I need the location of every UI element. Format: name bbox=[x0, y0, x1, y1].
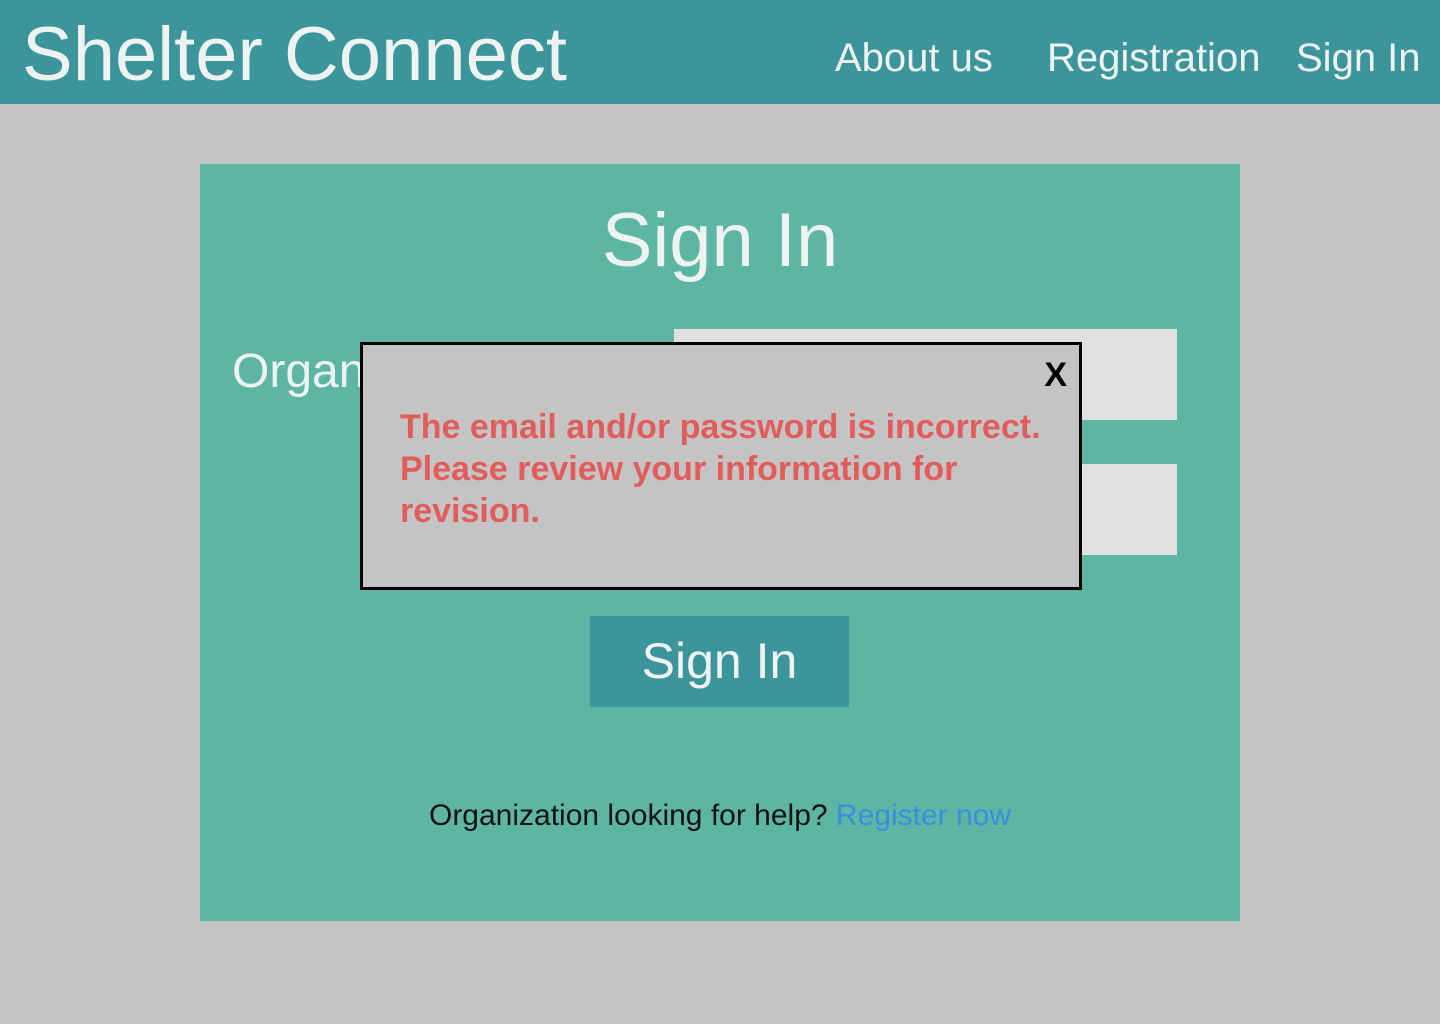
organization-label: Organ bbox=[232, 345, 366, 398]
nav-sign-in[interactable]: Sign In bbox=[1296, 34, 1421, 82]
close-modal-button[interactable]: X bbox=[1044, 355, 1067, 395]
brand-logo-text[interactable]: Shelter Connect bbox=[22, 10, 567, 100]
error-modal: X The email and/or password is incorrect… bbox=[360, 342, 1082, 590]
register-now-link[interactable]: Register now bbox=[836, 799, 1011, 832]
top-nav-bar: Shelter Connect About us Registration Si… bbox=[0, 0, 1440, 104]
sign-in-button[interactable]: Sign In bbox=[590, 616, 849, 707]
register-prompt-text: Organization looking for help? bbox=[428, 799, 828, 832]
nav-about-us[interactable]: About us bbox=[835, 34, 993, 82]
page: Shelter Connect About us Registration Si… bbox=[0, 0, 1440, 1024]
register-prompt: Organization looking for help? Register … bbox=[0, 796, 1440, 836]
nav-registration[interactable]: Registration bbox=[1047, 34, 1260, 82]
page-title: Sign In bbox=[601, 198, 839, 283]
error-message: The email and/or password is incorrect. … bbox=[400, 408, 1041, 530]
